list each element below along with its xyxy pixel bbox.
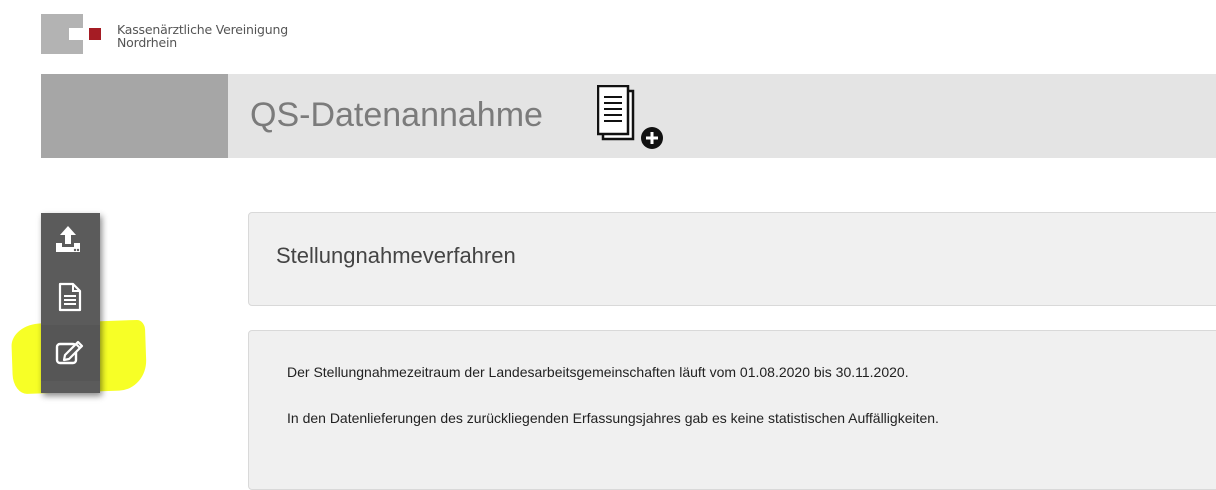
- upload-icon: [56, 226, 80, 252]
- header-left-block: [41, 74, 228, 158]
- section-title-panel: Stellungnahmeverfahren: [248, 212, 1216, 306]
- edit-icon: [55, 340, 84, 365]
- org-name-line2: Nordrhein: [117, 35, 177, 50]
- info-paragraph: Der Stellungnahmezeitraum der Landesarbe…: [287, 364, 909, 380]
- sidebar-nav: [41, 213, 100, 393]
- logo-notch: [69, 28, 83, 40]
- section-title: Stellungnahmeverfahren: [276, 243, 516, 268]
- sidebar-item-upload[interactable]: [41, 213, 100, 269]
- document-add-icon: [597, 85, 663, 149]
- sidebar-item-edit[interactable]: [41, 325, 100, 381]
- page-title: QS-Datenannahme: [250, 96, 543, 134]
- info-panel: Der Stellungnahmezeitraum der Landesarbe…: [248, 330, 1216, 490]
- info-paragraph: In den Datenlieferungen des zurückliegen…: [287, 410, 939, 426]
- sidebar-item-document[interactable]: [41, 269, 100, 325]
- document-icon: [58, 282, 82, 312]
- logo-red-square: [89, 28, 101, 40]
